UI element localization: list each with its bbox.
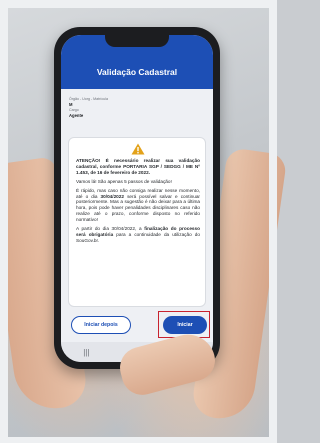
user-info: Órgão - Uorg - Matrícula M Cargo Agente (69, 97, 209, 119)
phone-notch (105, 35, 169, 47)
recent-apps-icon[interactable]: ||| (76, 348, 96, 357)
start-later-button[interactable]: Iniciar depois (71, 316, 131, 334)
notice-card: ATENÇÃO! É necessário realizar sua valid… (68, 137, 206, 307)
notice-paragraph-1: ATENÇÃO! É necessário realizar sua valid… (76, 158, 200, 176)
notice-text: ATENÇÃO! É necessário realizar sua valid… (76, 158, 200, 247)
notice-paragraph-3: É rápido, mas caso não consiga realizar … (76, 188, 200, 223)
warning-icon (131, 143, 145, 155)
phone: Validação Cadastral Órgão - Uorg - Matrí… (54, 27, 220, 369)
page-title: Validação Cadastral (96, 67, 178, 77)
phone-screen: Validação Cadastral Órgão - Uorg - Matrí… (61, 35, 213, 362)
notice-paragraph-4: A partir do dia 30/04/2022, a finalizaçã… (76, 226, 200, 244)
role-value: Agente (69, 113, 84, 118)
notice-p3-date: 30/04/2022 (100, 193, 125, 199)
start-button[interactable]: Iniciar (163, 316, 207, 334)
notice-paragraph-2: Vamos lá! São apenas 5 passos de validaç… (76, 178, 172, 184)
notice-p4-prefix: A partir do dia 30/04/2022, a (76, 226, 145, 232)
